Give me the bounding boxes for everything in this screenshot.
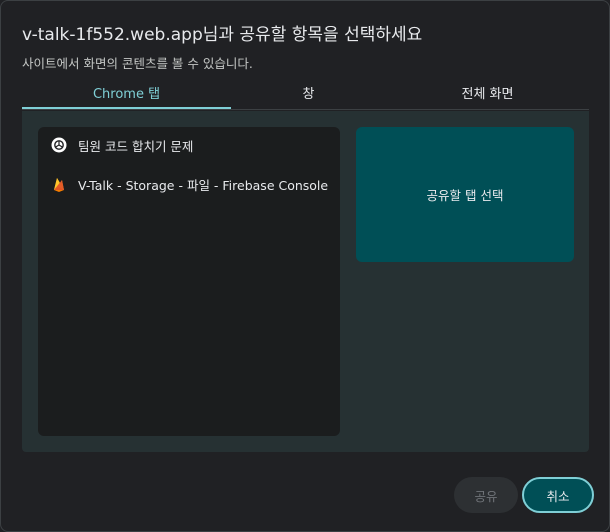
tab-chrome-tabs[interactable]: Chrome 탭: [22, 85, 231, 109]
share-button-label: 공유: [474, 488, 498, 504]
tab-preview: 공유할 탭 선택: [356, 127, 574, 262]
dialog-subtitle: 사이트에서 화면의 콘텐츠를 볼 수 있습니다.: [22, 56, 253, 71]
tab-entire-screen-label: 전체 화면: [461, 87, 514, 102]
firebase-icon: [50, 175, 68, 193]
cancel-button[interactable]: 취소: [522, 477, 594, 513]
tab-chrome-tabs-label: Chrome 탭: [92, 87, 161, 102]
tab-list[interactable]: 팀원 코드 합치기 문제 V-Talk - Storage - 파일 - Fir…: [38, 127, 340, 436]
dialog-title: v-talk-1f552.web.app님과 공유할 항목을 선택하세요: [22, 25, 423, 45]
tab-content-panel: 팀원 코드 합치기 문제 V-Talk - Storage - 파일 - Fir…: [22, 111, 589, 452]
cancel-button-label: 취소: [546, 488, 570, 504]
preview-placeholder-text: 공유할 탭 선택: [426, 188, 504, 203]
tab-divider: [22, 109, 589, 110]
tab-window-label: 창: [302, 87, 315, 102]
list-item-label: V-Talk - Storage - 파일 - Firebase Console: [78, 177, 329, 193]
openai-icon: [50, 136, 68, 154]
source-tabs: Chrome 탭 창 전체 화면: [22, 85, 589, 111]
share-button[interactable]: 공유: [454, 477, 518, 513]
tab-entire-screen[interactable]: 전체 화면: [386, 85, 589, 109]
list-item[interactable]: V-Talk - Storage - 파일 - Firebase Console: [38, 168, 340, 200]
list-item-label: 팀원 코드 합치기 문제: [78, 138, 194, 154]
screen-share-dialog: v-talk-1f552.web.app님과 공유할 항목을 선택하세요 사이트…: [0, 0, 610, 532]
tab-window[interactable]: 창: [231, 85, 386, 109]
list-item[interactable]: 팀원 코드 합치기 문제: [38, 129, 340, 161]
